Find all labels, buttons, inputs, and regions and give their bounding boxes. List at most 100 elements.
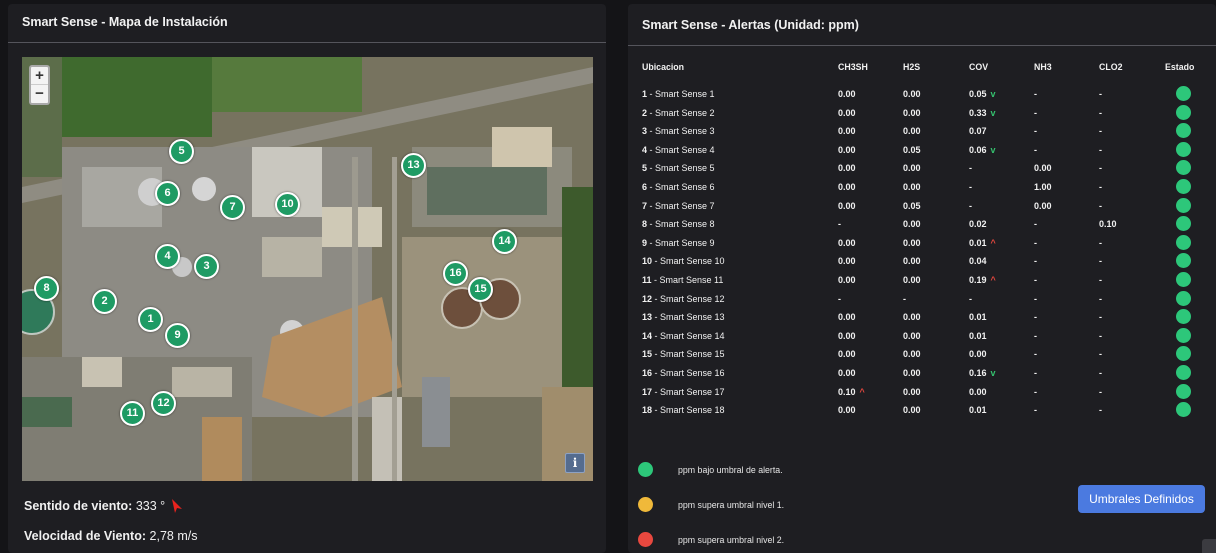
cell-h2s: 0.05 <box>903 145 921 155</box>
row-location: 14 - Smart Sense 14 <box>642 331 725 341</box>
cell-cov: 0.05 v <box>969 89 996 99</box>
cell-nh3: - <box>1034 108 1037 118</box>
status-indicator-icon <box>1176 86 1191 101</box>
cell-value: 0.00 <box>1034 200 1052 211</box>
satellite-imagery <box>22 57 593 481</box>
resize-corner <box>1202 539 1216 553</box>
row-number: 11 <box>642 275 652 285</box>
sensor-marker-14[interactable]: 14 <box>492 229 517 254</box>
row-location: 6 - Smart Sense 6 <box>642 182 715 192</box>
cell-clo2: - <box>1099 108 1102 118</box>
cell-h2s: 0.00 <box>903 89 921 99</box>
cell-value: 0.00 <box>903 89 921 99</box>
sensor-marker-1[interactable]: 1 <box>138 307 163 332</box>
cell-cov: 0.00 <box>969 349 987 359</box>
sensor-marker-2[interactable]: 2 <box>92 289 117 314</box>
cell-h2s: 0.00 <box>903 331 921 341</box>
sensor-marker-5[interactable]: 5 <box>169 139 194 164</box>
row-number: 16 <box>642 368 653 378</box>
status-indicator-icon <box>1176 123 1191 139</box>
sensor-marker-10[interactable]: 10 <box>275 192 300 217</box>
cell-value: - <box>1034 89 1037 99</box>
cell-value: 0.00 <box>1034 163 1052 174</box>
legend-text: ppm supera umbral nivel 2. <box>678 535 785 545</box>
cell-value: 0.00 <box>903 219 921 230</box>
cell-ch3sh: - <box>838 219 841 229</box>
cell-h2s: 0.00 <box>903 275 921 285</box>
cell-value: 0.00 <box>969 386 987 397</box>
cell-value: 0.05 <box>903 200 921 211</box>
cell-h2s: 0.00 <box>903 182 921 192</box>
row-location: 10 - Smart Sense 10 <box>642 256 725 266</box>
status-indicator-icon <box>1176 383 1191 399</box>
cell-value: 0.00 <box>838 256 856 267</box>
cell-value: 0.19 <box>969 275 987 285</box>
status-indicator-icon <box>1176 365 1191 380</box>
sensor-marker-3[interactable]: 3 <box>194 254 219 279</box>
satellite-map[interactable]: + − 5 6 7 10 13 14 4 3 16 15 8 2 1 9 12 … <box>22 57 593 481</box>
cell-value: - <box>1034 275 1037 285</box>
row-number: 15 <box>642 349 653 360</box>
sensor-marker-4[interactable]: 4 <box>155 244 180 269</box>
sensor-marker-8[interactable]: 8 <box>34 276 59 301</box>
map-panel-divider <box>8 42 606 43</box>
cell-ch3sh: 0.00 <box>838 108 856 118</box>
wind-direction: Sentido de viento: 333 ° <box>24 499 165 513</box>
cell-ch3sh: 0.00 <box>838 238 856 248</box>
cell-value: - <box>838 293 841 304</box>
cell-h2s: 0.00 <box>903 387 921 397</box>
wind-speed-value: 2,78 m/s <box>149 529 198 543</box>
sensor-marker-7[interactable]: 7 <box>220 195 245 220</box>
trend-down-icon: v <box>990 107 996 118</box>
cell-ch3sh: 0.00 <box>838 182 856 192</box>
cell-ch3sh: 0.00 <box>838 275 856 285</box>
status-indicator-icon <box>1176 216 1191 232</box>
cell-value: - <box>1034 107 1037 118</box>
row-name: - Smart Sense 16 <box>652 368 725 378</box>
sensor-marker-13[interactable]: 13 <box>401 153 426 178</box>
cell-clo2: - <box>1099 163 1102 173</box>
cell-clo2: - <box>1099 368 1102 378</box>
cell-value: 0.01 <box>969 237 987 248</box>
cell-cov: 0.01 <box>969 405 987 415</box>
cell-cov: 0.00 <box>969 387 987 397</box>
sensor-marker-9[interactable]: 9 <box>165 323 190 348</box>
cell-value: 0.00 <box>903 163 921 174</box>
status-indicator-icon <box>1176 104 1191 120</box>
cell-ch3sh: 0.00 <box>838 405 856 415</box>
cell-h2s: 0.00 <box>903 126 921 136</box>
cell-value: 0.00 <box>838 182 856 192</box>
wind-arrow-icon <box>172 499 182 513</box>
zoom-out-button[interactable]: − <box>31 85 48 103</box>
header-cov: COV <box>969 62 989 72</box>
dashboard: Smart Sense - Mapa de Instalación + − 5 … <box>0 0 1216 553</box>
cell-value: 0.04 <box>969 256 987 267</box>
sensor-marker-6[interactable]: 6 <box>155 181 180 206</box>
legend-dot-icon <box>638 462 653 477</box>
cell-cov: - <box>969 201 972 211</box>
cell-clo2: - <box>1099 405 1102 415</box>
row-location: 3 - Smart Sense 3 <box>642 126 715 136</box>
sensor-marker-15[interactable]: 15 <box>468 277 493 302</box>
status-indicator-icon <box>1176 346 1191 362</box>
cell-cov: - <box>969 182 972 192</box>
cell-nh3: - <box>1034 238 1037 248</box>
row-name: - Smart Sense 4 <box>647 144 715 155</box>
sensor-marker-11[interactable]: 11 <box>120 401 145 426</box>
legend-text: ppm supera umbral nivel 1. <box>678 500 785 510</box>
cell-value: - <box>1099 144 1102 155</box>
alerts-panel: Smart Sense - Alertas (Unidad: ppm) Ubic… <box>628 4 1216 553</box>
umbrales-definidos-button[interactable]: Umbrales Definidos <box>1078 485 1205 513</box>
cell-h2s: 0.00 <box>903 163 921 173</box>
row-location: 7 - Smart Sense 7 <box>642 201 715 211</box>
trend-up-icon: ^ <box>990 237 996 248</box>
cell-value: 0.10 <box>1099 219 1117 230</box>
sensor-marker-16[interactable]: 16 <box>443 261 468 286</box>
row-location: 8 - Smart Sense 8 <box>642 219 715 229</box>
row-name: - Smart Sense 2 <box>647 107 715 118</box>
map-info-button[interactable]: i <box>565 453 585 473</box>
zoom-in-button[interactable]: + <box>31 67 48 85</box>
cell-value: 0.16 <box>969 368 987 378</box>
sensor-marker-12[interactable]: 12 <box>151 391 176 416</box>
status-indicator-icon <box>1176 141 1191 157</box>
